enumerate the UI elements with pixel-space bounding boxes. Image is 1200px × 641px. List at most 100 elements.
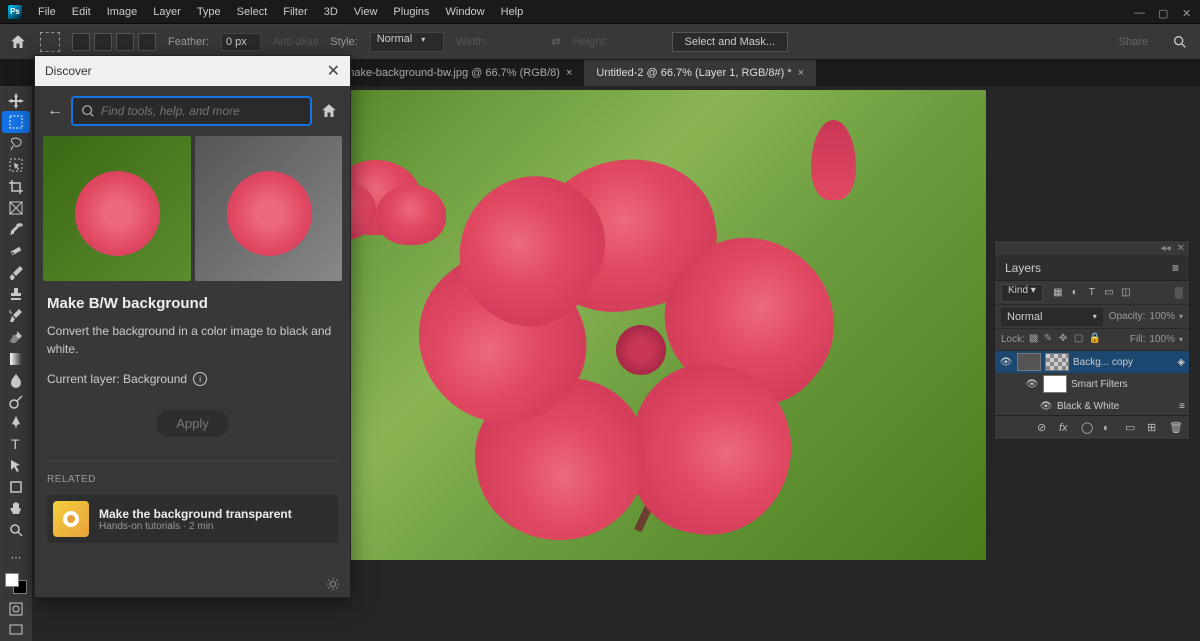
menu-file[interactable]: File: [30, 6, 64, 18]
link-layers-icon[interactable]: ⊘: [1037, 421, 1051, 434]
related-item[interactable]: Make the background transparent Hands-on…: [47, 495, 338, 543]
filter-pixel-icon[interactable]: ▦: [1051, 286, 1065, 300]
crop-tool[interactable]: [2, 176, 30, 197]
shape-tool[interactable]: [2, 477, 30, 498]
lock-image-icon[interactable]: ✎: [1044, 333, 1057, 346]
lock-position-icon[interactable]: ✥: [1059, 333, 1072, 346]
marquee-tool[interactable]: [2, 111, 30, 132]
edit-toolbar-icon[interactable]: ⋯: [2, 547, 30, 568]
layer-name[interactable]: Smart Filters: [1071, 379, 1128, 390]
new-layer-icon[interactable]: ⊞: [1147, 421, 1161, 434]
style-dropdown[interactable]: Normal ▾: [370, 32, 445, 52]
layer-thumbnail[interactable]: [1017, 353, 1041, 371]
back-icon[interactable]: ←: [47, 102, 63, 120]
filter-type-icon[interactable]: T: [1085, 286, 1099, 300]
menu-3d[interactable]: 3D: [316, 6, 346, 18]
menu-window[interactable]: Window: [438, 6, 493, 18]
layer-row[interactable]: 👁 Black & White ≡: [995, 395, 1189, 415]
fill-value[interactable]: 100%: [1149, 334, 1175, 345]
menu-image[interactable]: Image: [99, 6, 146, 18]
gradient-tool[interactable]: [2, 348, 30, 369]
delete-layer-icon[interactable]: 🗑: [1169, 421, 1183, 434]
panel-menu-icon[interactable]: ≡: [1172, 261, 1179, 275]
adjustment-layer-icon[interactable]: ◐: [1103, 422, 1117, 434]
opacity-value[interactable]: 100%: [1149, 311, 1175, 322]
eraser-tool[interactable]: [2, 326, 30, 347]
menu-filter[interactable]: Filter: [275, 6, 315, 18]
layer-mask-thumbnail[interactable]: [1045, 353, 1069, 371]
pen-tool[interactable]: [2, 412, 30, 433]
screen-mode-icon[interactable]: [2, 619, 30, 640]
menu-help[interactable]: Help: [493, 6, 532, 18]
layer-mask-icon[interactable]: ◯: [1081, 421, 1095, 434]
eyedropper-tool[interactable]: [2, 219, 30, 240]
lock-all-icon[interactable]: 🔒: [1089, 333, 1102, 346]
filter-shape-icon[interactable]: ▭: [1102, 286, 1116, 300]
brush-tool[interactable]: [2, 262, 30, 283]
document-tab[interactable]: Untitled-2 @ 66.7% (Layer 1, RGB/8#) *×: [584, 60, 816, 86]
blur-tool[interactable]: [2, 369, 30, 390]
search-box[interactable]: [71, 96, 312, 126]
visibility-icon[interactable]: 👁: [1039, 401, 1053, 412]
intersect-selection-icon[interactable]: [138, 33, 156, 51]
layers-tab[interactable]: Layers ≡: [995, 255, 1189, 281]
minimize-icon[interactable]: —: [1134, 7, 1144, 17]
swap-icon[interactable]: ⇄: [551, 35, 560, 48]
new-selection-icon[interactable]: [72, 33, 90, 51]
visibility-icon[interactable]: 👁: [999, 357, 1013, 368]
layer-fx-icon[interactable]: fx: [1059, 422, 1073, 434]
healing-tool[interactable]: [2, 240, 30, 261]
menu-select[interactable]: Select: [229, 6, 276, 18]
collapse-icon[interactable]: ◂◂: [1161, 243, 1171, 254]
maximize-icon[interactable]: ▢: [1158, 7, 1168, 17]
object-selection-tool[interactable]: [2, 154, 30, 175]
move-tool[interactable]: [2, 90, 30, 111]
lasso-tool[interactable]: [2, 133, 30, 154]
history-brush-tool[interactable]: [2, 305, 30, 326]
filter-toggle[interactable]: [1175, 287, 1183, 299]
share-button[interactable]: Share: [1107, 36, 1160, 48]
apply-button[interactable]: Apply: [156, 410, 229, 437]
blend-mode-dropdown[interactable]: Normal▾: [1001, 308, 1103, 326]
tab-close-icon[interactable]: ×: [798, 67, 804, 79]
close-icon[interactable]: ✕: [327, 61, 340, 81]
zoom-tool[interactable]: [2, 520, 30, 541]
quick-mask-icon[interactable]: [2, 598, 30, 619]
close-icon[interactable]: ✕: [1177, 243, 1185, 254]
gear-icon[interactable]: [326, 577, 340, 591]
lock-artboard-icon[interactable]: ▢: [1074, 333, 1087, 346]
type-tool[interactable]: T: [2, 434, 30, 455]
select-and-mask-button[interactable]: Select and Mask...: [672, 32, 789, 52]
group-icon[interactable]: ▭: [1125, 421, 1139, 434]
lock-transparent-icon[interactable]: ▩: [1029, 333, 1042, 346]
menu-plugins[interactable]: Plugins: [385, 6, 437, 18]
search-icon[interactable]: [1172, 34, 1188, 50]
tab-close-icon[interactable]: ×: [566, 67, 572, 79]
filter-adjust-icon[interactable]: ◐: [1068, 286, 1082, 300]
subtract-selection-icon[interactable]: [116, 33, 134, 51]
frame-tool[interactable]: [2, 197, 30, 218]
dodge-tool[interactable]: [2, 391, 30, 412]
menu-view[interactable]: View: [346, 6, 386, 18]
search-input[interactable]: [101, 104, 302, 118]
home-icon[interactable]: [320, 102, 338, 120]
filter-edit-icon[interactable]: ≡: [1179, 401, 1185, 412]
hand-tool[interactable]: [2, 498, 30, 519]
add-selection-icon[interactable]: [94, 33, 112, 51]
close-icon[interactable]: ✕: [1182, 7, 1192, 17]
path-selection-tool[interactable]: [2, 455, 30, 476]
home-icon[interactable]: [8, 33, 28, 51]
marquee-tool-icon[interactable]: [40, 32, 60, 52]
layer-name[interactable]: Black & White: [1057, 401, 1119, 412]
menu-layer[interactable]: Layer: [145, 6, 189, 18]
color-swatches[interactable]: [5, 573, 27, 594]
menu-type[interactable]: Type: [189, 6, 229, 18]
filter-kind-dropdown[interactable]: Kind ▾: [1001, 284, 1043, 302]
layer-row[interactable]: 👁 Smart Filters: [995, 373, 1189, 395]
feather-input[interactable]: [221, 33, 261, 51]
menu-edit[interactable]: Edit: [64, 6, 99, 18]
visibility-icon[interactable]: 👁: [1025, 379, 1039, 390]
stamp-tool[interactable]: [2, 283, 30, 304]
layer-name[interactable]: Backg... copy: [1073, 357, 1133, 368]
layer-row[interactable]: 👁 Backg... copy ◈: [995, 351, 1189, 373]
